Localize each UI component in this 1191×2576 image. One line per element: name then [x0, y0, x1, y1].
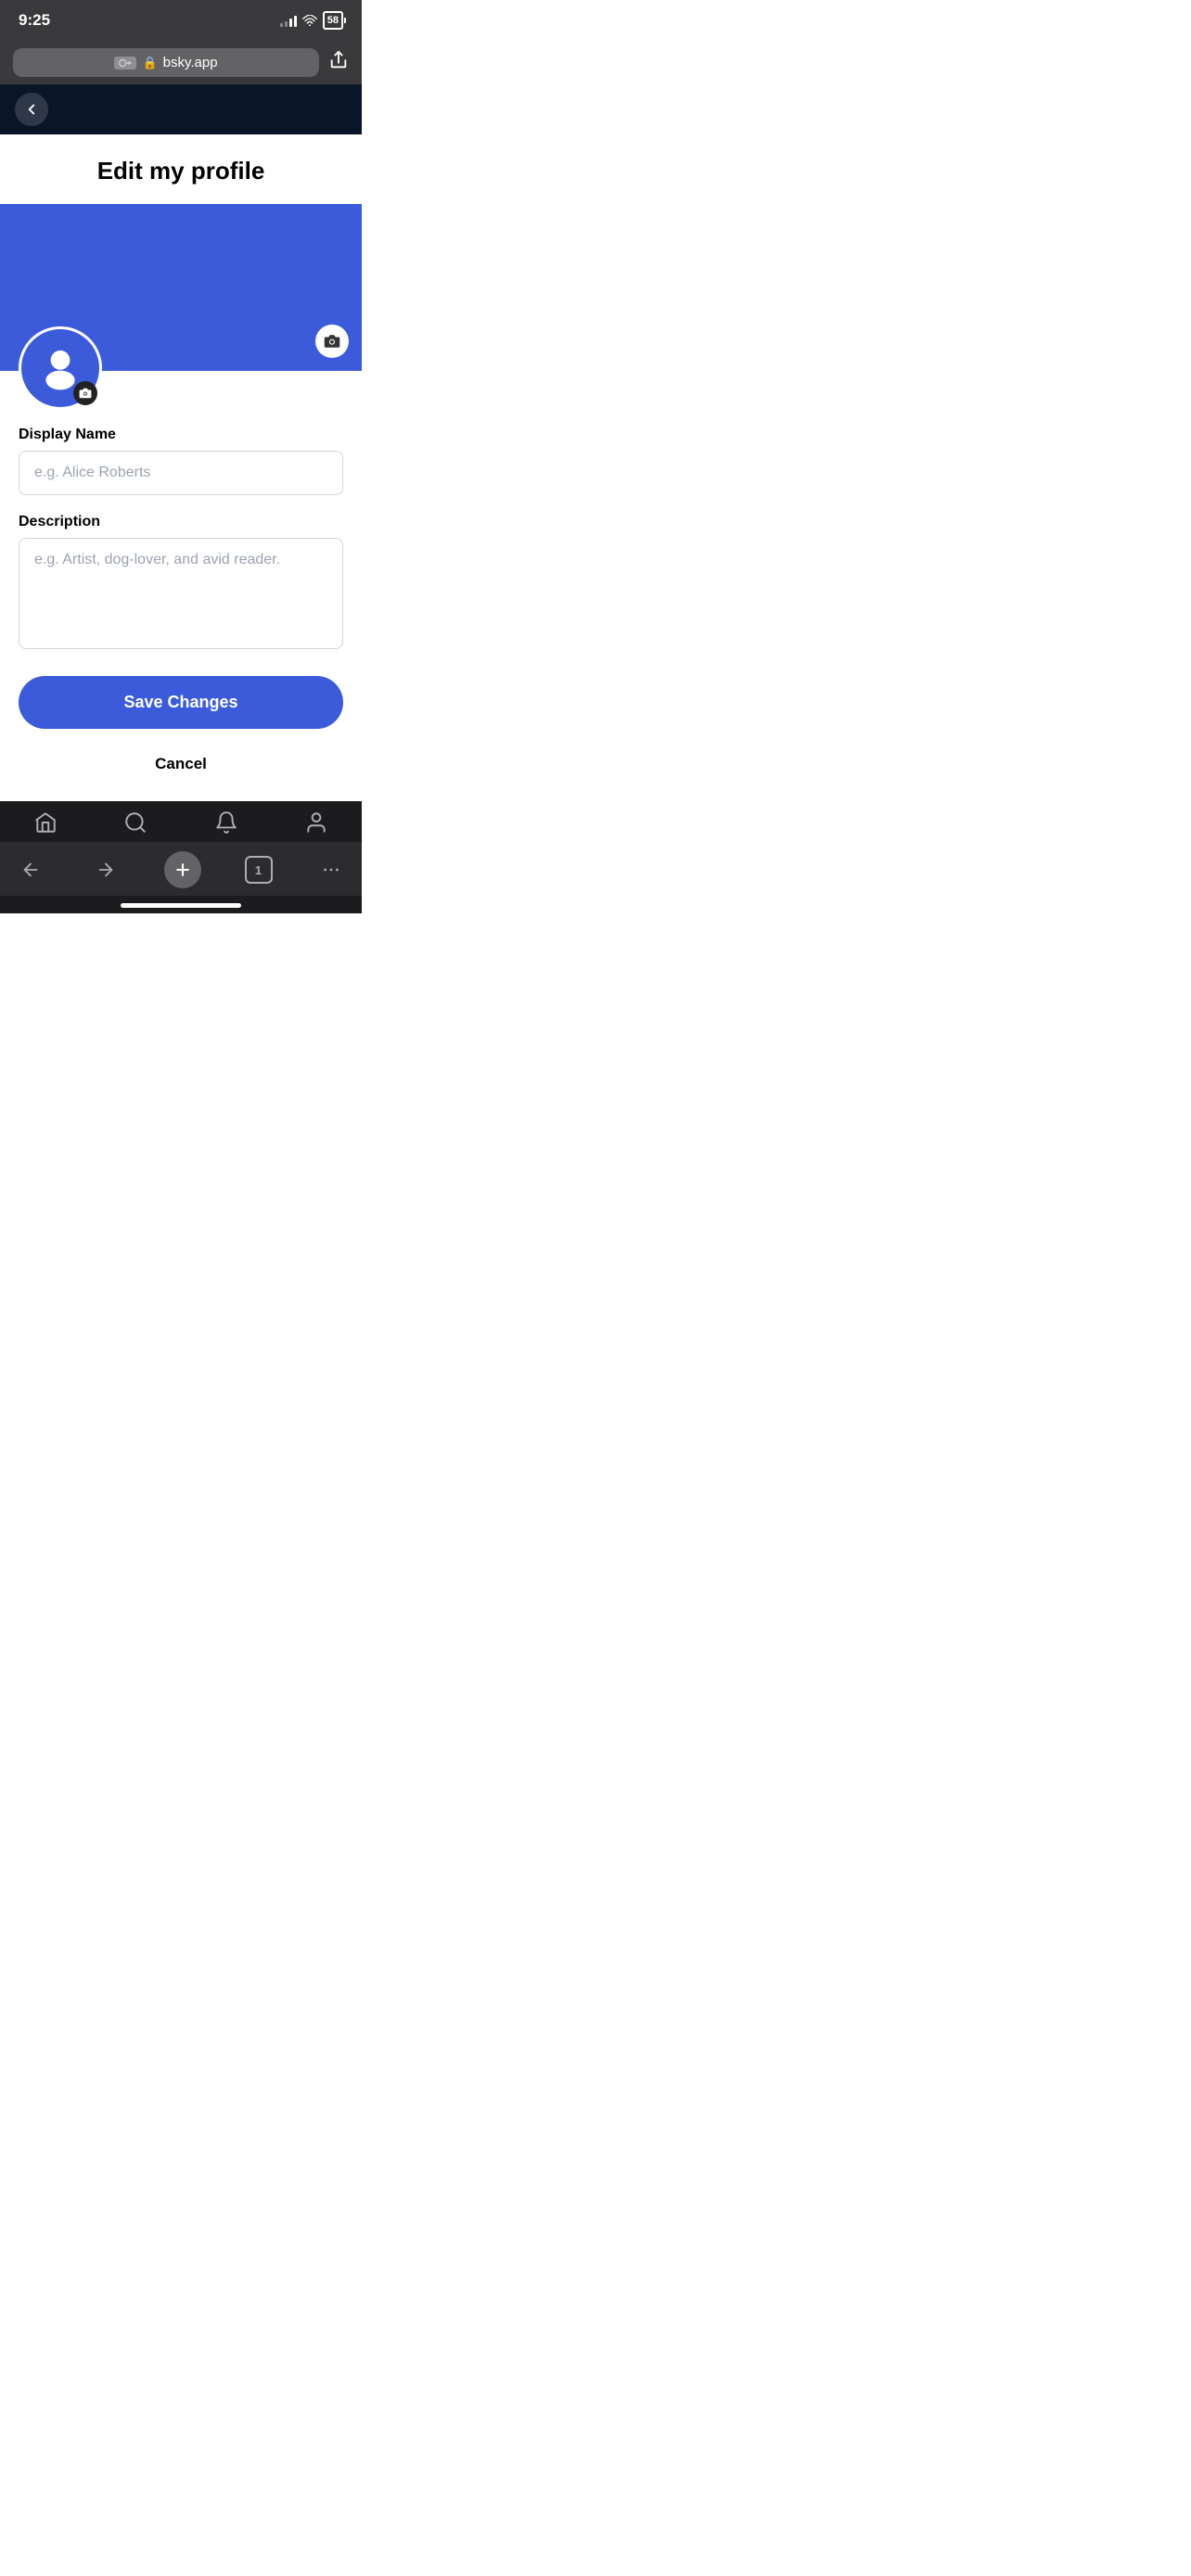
- ellipsis-icon: [321, 860, 341, 880]
- cancel-button[interactable]: Cancel: [19, 746, 343, 783]
- lock-icon: 🔒: [142, 56, 157, 70]
- avatar-camera-button[interactable]: [73, 381, 97, 405]
- new-tab-button[interactable]: [164, 851, 201, 888]
- tab-count: 1: [255, 863, 262, 877]
- save-changes-button[interactable]: Save Changes: [19, 676, 343, 729]
- tab-count-button[interactable]: 1: [245, 856, 273, 884]
- search-icon: [123, 810, 147, 835]
- home-indicator: [0, 896, 362, 913]
- status-icons: 58: [280, 11, 343, 30]
- back-button[interactable]: [15, 93, 48, 126]
- display-name-input[interactable]: [19, 451, 343, 495]
- description-input[interactable]: [19, 538, 343, 649]
- browser-more-button[interactable]: [315, 854, 347, 886]
- home-bar: [121, 903, 241, 908]
- browser-forward-button[interactable]: [90, 854, 122, 886]
- browser-back-button[interactable]: [15, 854, 46, 886]
- battery-icon: 58: [323, 11, 343, 30]
- plus-icon: [173, 861, 192, 879]
- page-title: Edit my profile: [0, 134, 362, 204]
- url-text: bsky.app: [163, 55, 218, 70]
- camera-icon-avatar: [79, 387, 92, 400]
- banner-camera-button[interactable]: [315, 325, 349, 358]
- wifi-icon: [302, 15, 317, 26]
- status-time: 9:25: [19, 11, 50, 30]
- banner-area: [0, 204, 362, 371]
- browser-bottom-bar: 1: [0, 842, 362, 896]
- nav-profile[interactable]: [304, 810, 328, 835]
- address-bar[interactable]: 🔒 bsky.app: [13, 48, 319, 77]
- arrow-right-icon: [96, 860, 116, 880]
- form-area: Display Name Description Save Changes Ca…: [0, 371, 362, 801]
- avatar-wrapper: [19, 326, 102, 410]
- signal-icon: [280, 14, 297, 27]
- home-icon: [33, 810, 58, 835]
- display-name-label: Display Name: [19, 427, 343, 443]
- profile-icon: [304, 810, 328, 835]
- key-icon: [114, 57, 136, 70]
- avatar: [19, 326, 102, 410]
- share-button[interactable]: [328, 50, 349, 76]
- arrow-left-icon: [20, 860, 41, 880]
- description-label: Description: [19, 514, 343, 530]
- status-bar: 9:25 58: [0, 0, 362, 41]
- app-nav: [0, 801, 362, 842]
- nav-search[interactable]: [123, 810, 147, 835]
- nav-notifications[interactable]: [214, 810, 238, 835]
- nav-home[interactable]: [33, 810, 58, 835]
- nav-header: [0, 84, 362, 134]
- page-content: Edit my profile: [0, 134, 362, 801]
- browser-bar: 🔒 bsky.app: [0, 41, 362, 84]
- bell-icon: [214, 810, 238, 835]
- camera-icon-banner: [324, 333, 340, 350]
